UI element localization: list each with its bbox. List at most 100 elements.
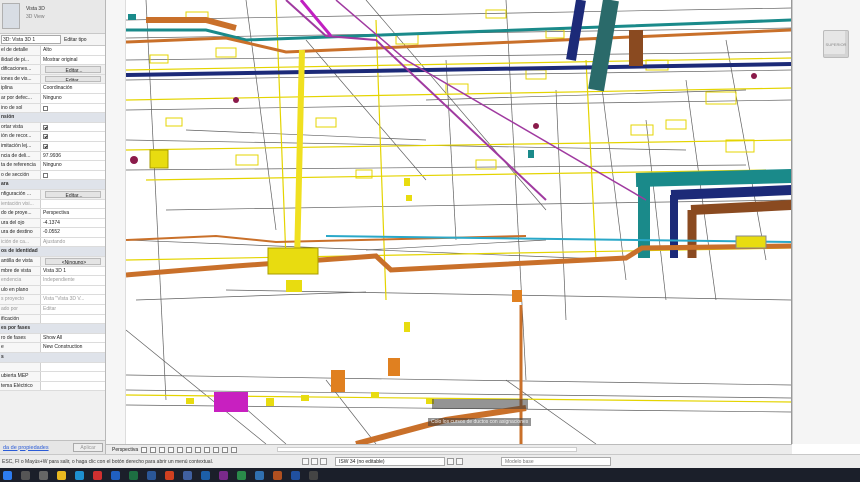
file-explorer-icon[interactable]: [57, 470, 66, 480]
property-row[interactable]: tema Eléctrico: [0, 381, 105, 392]
main-model-dropdown[interactable]: Modelo base: [501, 457, 611, 466]
onenote-icon[interactable]: [219, 470, 228, 480]
property-row[interactable]: ición de ca... Ajustando: [0, 237, 105, 248]
worksets-icon[interactable]: [302, 458, 309, 465]
property-checkbox[interactable]: [43, 134, 48, 140]
apply-button[interactable]: Aplicar: [73, 443, 103, 452]
property-row[interactable]: ificación: [0, 314, 105, 325]
property-checkbox[interactable]: [43, 124, 48, 130]
render-icon[interactable]: [177, 446, 184, 453]
property-row[interactable]: ura del ojo -4.1374: [0, 218, 105, 229]
editable-only-icon[interactable]: [320, 458, 327, 465]
property-row[interactable]: ión de recor...: [0, 132, 105, 142]
property-row[interactable]: [0, 362, 105, 373]
autocad-icon[interactable]: [291, 470, 300, 480]
horizontal-scrollbar[interactable]: [277, 447, 578, 452]
outlook-icon[interactable]: [111, 470, 120, 480]
property-checkbox[interactable]: [43, 143, 48, 149]
instance-selector[interactable]: 3D: Vista 3D 1: [1, 35, 61, 44]
property-row[interactable]: ubierta MEP: [0, 372, 105, 382]
properties-help-link[interactable]: da de propiedades: [3, 445, 49, 451]
edit-type-button[interactable]: Editar tipo: [64, 37, 87, 43]
detail-level-icon[interactable]: [141, 446, 148, 453]
active-workset-dropdown[interactable]: ISW 34 (no editable): [335, 457, 445, 466]
property-row[interactable]: el de detalle Alto: [0, 46, 105, 56]
property-row[interactable]: ta de referencia Ninguno: [0, 161, 105, 171]
show-crop-icon[interactable]: [195, 446, 202, 453]
property-row[interactable]: e New Construction: [0, 343, 105, 353]
lock-view-icon[interactable]: [204, 446, 211, 453]
property-name: el de detalle: [0, 46, 41, 55]
temporary-hide-icon[interactable]: [213, 446, 220, 453]
property-row[interactable]: antilla de vista <Ninguno>: [0, 257, 105, 267]
windows-taskbar: [0, 468, 860, 482]
property-row[interactable]: iplina Coordinación: [0, 84, 105, 94]
property-row[interactable]: ado por Editar: [0, 305, 105, 315]
property-checkbox[interactable]: [43, 105, 48, 111]
settings-icon[interactable]: [309, 470, 318, 480]
property-group-header[interactable]: s: [0, 353, 105, 363]
teams-icon[interactable]: [183, 470, 192, 480]
edge-icon[interactable]: [75, 470, 84, 480]
revit-icon[interactable]: [201, 470, 210, 480]
brown-duct-lower: [690, 200, 791, 215]
shadows-icon[interactable]: [168, 446, 175, 453]
property-row[interactable]: ortar vista: [0, 122, 105, 133]
task-view-icon[interactable]: [39, 470, 48, 480]
filter-icon[interactable]: [447, 458, 454, 465]
property-name: ición de ca...: [0, 237, 41, 247]
app-icon[interactable]: [237, 470, 246, 480]
properties-splitter[interactable]: [106, 0, 126, 454]
chrome-icon[interactable]: [93, 470, 102, 480]
sun-path-icon[interactable]: [159, 446, 166, 453]
design-options-icon[interactable]: [311, 458, 318, 465]
property-group-header[interactable]: ara: [0, 180, 105, 190]
property-row[interactable]: dificaciones... Editar...: [0, 65, 105, 75]
property-row[interactable]: ro de fases Show All: [0, 333, 105, 344]
property-row[interactable]: iones de vis... Editar...: [0, 74, 105, 85]
crop-view-icon[interactable]: [186, 446, 193, 453]
property-row[interactable]: ientación visi...: [0, 199, 105, 210]
view-control-bar: Perspectiva: [106, 444, 792, 454]
search-icon[interactable]: [21, 470, 30, 480]
property-row[interactable]: ar por defec... Ninguno: [0, 93, 105, 104]
property-row[interactable]: ulo en plano: [0, 285, 105, 296]
property-edit-button[interactable]: <Ninguno>: [45, 258, 101, 265]
acrobat-icon[interactable]: [273, 470, 282, 480]
property-value: [41, 122, 105, 132]
property-row[interactable]: do de proye... Perspectiva: [0, 209, 105, 219]
3d-viewport-canvas[interactable]: Colo los cursos de ductos con asignacion…: [126, 0, 792, 444]
property-edit-button[interactable]: Editar...: [45, 190, 101, 198]
viewcube[interactable]: SUPERIOR: [823, 30, 849, 58]
property-group-header[interactable]: es por fases: [0, 324, 105, 334]
property-row[interactable]: nfiguración ... Editar...: [0, 189, 105, 200]
navisworks-icon[interactable]: [255, 470, 264, 480]
property-row[interactable]: imitación lej...: [0, 141, 105, 152]
property-row[interactable]: ino de sol: [0, 103, 105, 114]
property-group-header[interactable]: nsión: [0, 113, 105, 123]
view-type-thumbnail: [2, 3, 20, 29]
property-edit-button[interactable]: Editar...: [45, 66, 101, 73]
start-icon[interactable]: [3, 470, 12, 480]
powerpoint-icon[interactable]: [165, 470, 174, 480]
property-row[interactable]: mbre de vista Vista 3D 1: [0, 266, 105, 277]
analytical-model-icon[interactable]: [231, 446, 238, 453]
word-icon[interactable]: [147, 470, 156, 480]
reveal-hidden-icon[interactable]: [222, 446, 229, 453]
press-drag-icon[interactable]: [456, 458, 463, 465]
property-value: [41, 285, 105, 295]
property-row[interactable]: ilidad de pi... Mostrar original: [0, 55, 105, 66]
property-row[interactable]: ura de destino -0.0552: [0, 228, 105, 238]
property-row[interactable]: ncia de deli... 97.9936: [0, 151, 105, 162]
excel-icon[interactable]: [129, 470, 138, 480]
property-row[interactable]: s proyecto Vista "Vista 3D V...: [0, 295, 105, 306]
property-row[interactable]: o de sección: [0, 170, 105, 181]
yellow-box: [149, 149, 169, 169]
property-row[interactable]: endencia Independiente: [0, 276, 105, 286]
properties-type-header[interactable]: Vista 3D 3D View: [0, 0, 105, 34]
property-edit-button[interactable]: Editar...: [45, 75, 101, 83]
property-checkbox[interactable]: [43, 172, 48, 178]
property-group-header[interactable]: os de identidad: [0, 247, 105, 258]
property-name: o de sección: [0, 170, 41, 180]
visual-style-icon[interactable]: [150, 446, 157, 453]
